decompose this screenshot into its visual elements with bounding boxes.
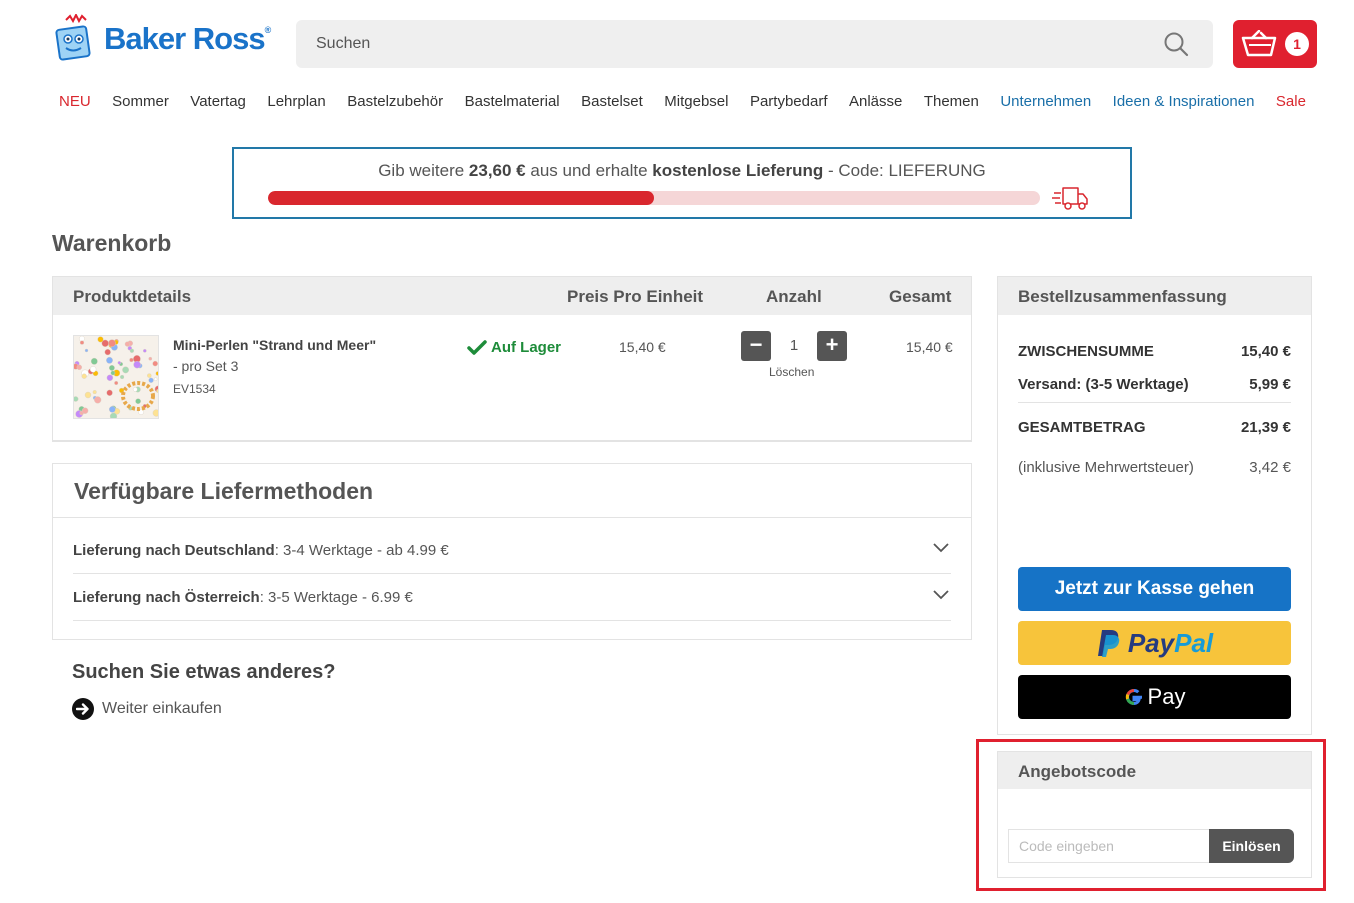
search-bar: [296, 20, 1213, 68]
nav-item-bastelzubehör[interactable]: Bastelzubehör: [347, 93, 443, 110]
increase-quantity-button[interactable]: +: [817, 331, 847, 361]
shipping-row: Versand: (3-5 Werktage) 5,99 €: [1018, 376, 1291, 393]
search-icon[interactable]: [1163, 31, 1189, 57]
brand-logo[interactable]: Baker Ross®: [52, 12, 271, 62]
coupon-box: Angebotscode Einlösen: [997, 751, 1312, 878]
paypal-icon: [1097, 630, 1120, 657]
other-search-heading: Suchen Sie etwas anderes?: [72, 661, 336, 683]
summary-title: Bestellzusammenfassung: [998, 277, 1311, 315]
subtotal-row: ZWISCHENSUMME 15,40 €: [1018, 343, 1291, 360]
free-delivery-banner: Gib weitere 23,60 € aus und erhalte kost…: [232, 147, 1132, 219]
cart-count-badge: 1: [1285, 32, 1309, 56]
page-title: Warenkorb: [52, 230, 172, 256]
product-sku: EV1534: [173, 382, 216, 396]
order-summary: Bestellzusammenfassung ZWISCHENSUMME 15,4…: [997, 276, 1312, 735]
delivery-truck-icon: [1052, 187, 1088, 210]
delivery-label: Lieferung nach Österreich: [73, 589, 260, 606]
line-total: 15,40 €: [906, 339, 953, 355]
delivery-title: Verfügbare Liefermethoden: [74, 478, 374, 504]
google-pay-label: Pay: [1147, 684, 1186, 709]
continue-shopping-link[interactable]: Weiter einkaufen: [72, 698, 222, 720]
delivery-row-austria[interactable]: Lieferung nach Österreich: 3-5 Werktage …: [73, 574, 951, 621]
nav-item-lehrplan[interactable]: Lehrplan: [267, 93, 325, 110]
divider: [1018, 402, 1291, 403]
cart-table-header: Produktdetails Preis Pro Einheit Anzahl …: [53, 277, 971, 315]
delivery-label: Lieferung nach Deutschland: [73, 542, 275, 559]
delivery-progress-bar: [268, 191, 1040, 205]
delivery-detail: : 3-4 Werktage - ab 4.99 €: [274, 542, 449, 559]
nav-item-sale[interactable]: Sale: [1276, 93, 1306, 110]
vat-row: (inklusive Mehrwertsteuer) 3,42 €: [1018, 459, 1291, 476]
quantity-value[interactable]: 1: [771, 331, 817, 361]
quantity-stepper: − 1 +: [741, 331, 847, 361]
nav-item-partybedarf[interactable]: Partybedarf: [750, 93, 828, 110]
delivery-methods: Verfügbare Liefermethoden Lieferung nach…: [52, 463, 972, 640]
checkout-button[interactable]: Jetzt zur Kasse gehen: [1018, 567, 1291, 611]
paypal-wordmark: PayPal: [1127, 627, 1214, 658]
decrease-quantity-button[interactable]: −: [741, 331, 771, 361]
stock-label: Auf Lager: [491, 339, 562, 356]
search-input[interactable]: [296, 20, 1136, 68]
product-variant: - pro Set 3: [173, 358, 239, 374]
header-total: Gesamt: [889, 287, 952, 306]
paypal-button[interactable]: PayPal: [1018, 621, 1291, 665]
check-icon: [467, 339, 487, 355]
delete-item-link[interactable]: Löschen: [769, 365, 814, 379]
divider: [53, 517, 971, 518]
basket-icon: [1241, 30, 1277, 57]
header-product: Produktdetails: [73, 287, 192, 306]
nav-item-neu[interactable]: NEU: [59, 93, 91, 110]
chevron-down-icon[interactable]: [933, 543, 949, 553]
nav-item-unternehmen[interactable]: Unternehmen: [1000, 93, 1091, 110]
continue-shopping-label: Weiter einkaufen: [102, 700, 222, 717]
nav-item-anlässe[interactable]: Anlässe: [849, 93, 902, 110]
nav-item-themen[interactable]: Themen: [924, 93, 979, 110]
header-quantity: Anzahl: [766, 287, 822, 306]
nav-item-bastelset[interactable]: Bastelset: [581, 93, 643, 110]
coupon-title: Angebotscode: [998, 752, 1311, 789]
main-nav: NEU Sommer Vatertag Lehrplan Bastelzubehör Ba…: [59, 93, 1306, 110]
grand-total-row: GESAMTBETRAG 21,39 €: [1018, 419, 1291, 436]
cart-table: Produktdetails Preis Pro Einheit Anzahl …: [52, 276, 972, 442]
logo-mascot-icon: [52, 12, 100, 62]
nav-item-vatertag[interactable]: Vatertag: [190, 93, 246, 110]
delivery-row-germany[interactable]: Lieferung nach Deutschland: 3-4 Werktage…: [73, 527, 951, 574]
cart-button[interactable]: 1: [1233, 20, 1317, 68]
nav-item-ideen-inspirationen[interactable]: Ideen & Inspirationen: [1113, 93, 1255, 110]
unit-price: 15,40 €: [619, 339, 666, 355]
nav-item-bastelmaterial[interactable]: Bastelmaterial: [465, 93, 560, 110]
brand-name: Baker Ross®: [104, 21, 271, 56]
free-delivery-message: Gib weitere 23,60 € aus und erhalte kost…: [378, 161, 986, 180]
google-g-icon: [1125, 688, 1142, 706]
nav-item-sommer[interactable]: Sommer: [112, 93, 169, 110]
redeem-button[interactable]: Einlösen: [1209, 829, 1294, 863]
product-image[interactable]: [73, 335, 159, 419]
google-pay-button[interactable]: Pay: [1018, 675, 1291, 719]
arrow-right-icon: [72, 698, 94, 720]
chevron-down-icon[interactable]: [933, 590, 949, 600]
product-name[interactable]: Mini-Perlen "Strand und Meer": [173, 337, 376, 353]
delivery-detail: : 3-5 Werktage - 6.99 €: [259, 589, 413, 606]
nav-item-mitgebsel[interactable]: Mitgebsel: [664, 93, 728, 110]
delivery-progress-fill: [268, 191, 654, 205]
coupon-code-input[interactable]: [1008, 829, 1209, 863]
header-unit-price: Preis Pro Einheit: [567, 287, 704, 306]
stock-status: Auf Lager: [467, 339, 561, 356]
